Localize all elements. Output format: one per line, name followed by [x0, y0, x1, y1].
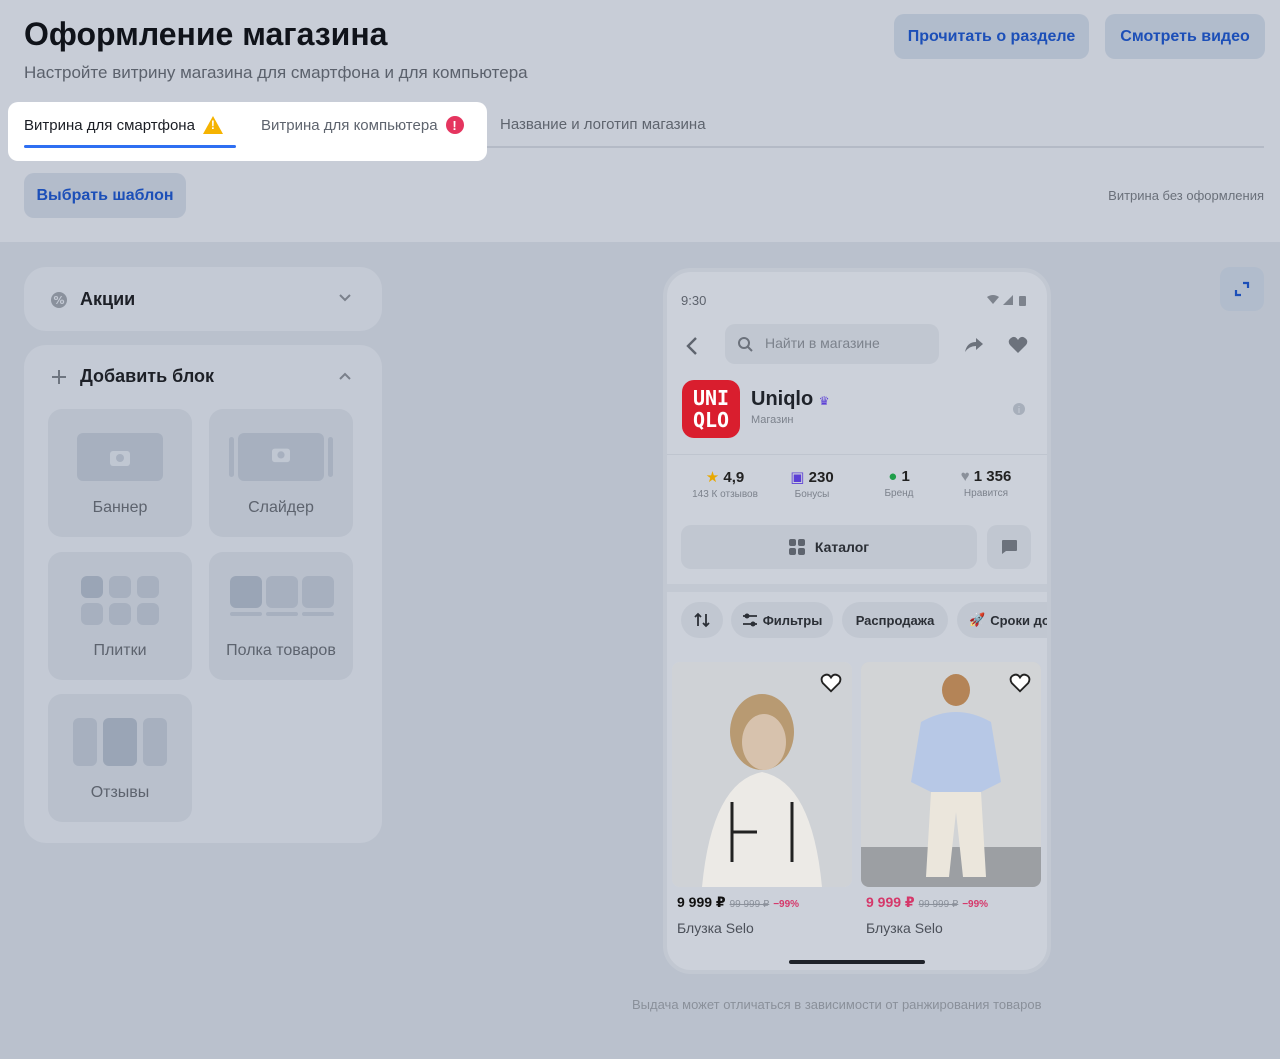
slider-next-preview — [328, 437, 333, 477]
add-block-label: Добавить блок — [80, 366, 215, 386]
product-name: Блузка Selo — [677, 920, 754, 936]
delivery-chip[interactable]: 🚀 Сроки до — [957, 602, 1047, 638]
shop-logo: UNI QLO — [682, 380, 740, 438]
logo-line: UNI — [692, 386, 730, 410]
product-price: 9 999 ₽ 99 999 ₽ −99% — [677, 894, 800, 910]
stat-brand: ● 1 Бренд — [884, 468, 914, 499]
heart-icon: ♥ — [960, 468, 970, 485]
sale-chip[interactable]: Распродажа — [842, 602, 948, 638]
page-subtitle: Настройте витрину магазина для смартфона… — [24, 63, 528, 82]
sort-button[interactable] — [681, 602, 723, 638]
rocket-icon: 🚀 — [969, 612, 986, 627]
shop-name: Uniqlo ♛ — [751, 388, 830, 410]
shop-type: Магазин — [751, 414, 794, 426]
block-label: Полка товаров — [226, 642, 336, 659]
share-icon[interactable] — [963, 336, 985, 354]
tab-label: Витрина для смартфона — [24, 116, 195, 134]
catalog-label: Каталог — [814, 539, 870, 555]
chevron-down-icon[interactable] — [338, 290, 352, 308]
back-arrow-icon[interactable] — [685, 335, 699, 357]
info-icon[interactable]: i — [1012, 402, 1026, 416]
stat-likes: ♥ 1 356 Нравится — [960, 468, 1012, 499]
chat-icon — [1002, 540, 1017, 554]
product-photo — [861, 662, 1041, 887]
status-bar-icons — [987, 295, 1026, 306]
product-price: 9 999 ₽ 99 999 ₽ −99% — [866, 894, 989, 910]
add-block-header[interactable]: Добавить блок — [50, 366, 214, 387]
choose-template-button[interactable]: Выбрать шаблон — [24, 173, 186, 218]
tab-label: Витрина для компьютера — [261, 116, 438, 134]
tab-desktop-showcase[interactable]: Витрина для компьютера ! — [261, 116, 464, 134]
filters-icon — [742, 613, 757, 627]
stat-bonus: ▣ 230 Бонусы — [790, 469, 834, 500]
grid-icon — [788, 539, 805, 555]
read-about-section-button[interactable]: Прочитать о разделе — [894, 14, 1089, 59]
phone-preview: 9:30 Найти в магазине UNI QLO Uniqlo ♛ М… — [663, 268, 1051, 974]
block-reviews[interactable]: Отзывы — [48, 694, 192, 822]
sort-icon — [694, 612, 710, 628]
search-placeholder: Найти в магазине — [765, 335, 880, 351]
crown-icon: ♛ — [818, 394, 830, 408]
page-title: Оформление магазина — [24, 16, 388, 52]
tab-smartphone-showcase[interactable]: Витрина для смартфона — [24, 116, 223, 134]
camera-icon — [110, 451, 130, 466]
error-icon: ! — [445, 116, 464, 134]
expand-icon — [1234, 281, 1250, 297]
stat-rating: ★ 4,9 143 К отзывов — [692, 469, 758, 500]
svg-text:i: i — [1018, 406, 1021, 416]
logo-line: QLO — [692, 408, 730, 432]
expand-preview-button[interactable] — [1220, 267, 1264, 311]
product-heart-icon[interactable] — [820, 672, 842, 694]
warning-icon — [202, 116, 223, 134]
block-label: Плитки — [93, 642, 147, 659]
block-label: Отзывы — [90, 784, 150, 801]
camera-icon — [272, 448, 290, 463]
tab-label: Название и логотип магазина — [500, 116, 706, 133]
svg-text:%: % — [53, 294, 64, 307]
block-slider[interactable]: Слайдер — [209, 409, 353, 537]
search-icon — [738, 337, 753, 352]
tab-shop-name-logo[interactable]: Название и логотип магазина — [500, 116, 706, 133]
favorite-heart-icon[interactable] — [1008, 336, 1028, 354]
phone-time: 9:30 — [681, 293, 707, 308]
block-banner[interactable]: Баннер — [48, 409, 192, 537]
block-label: Баннер — [92, 499, 148, 516]
shop-search-input[interactable]: Найти в магазине — [725, 324, 939, 364]
home-indicator — [789, 960, 925, 964]
product-card[interactable] — [861, 662, 1041, 887]
promo-accordion-header[interactable]: % Акции — [50, 289, 135, 310]
bonus-icon: ▣ — [790, 469, 805, 486]
chevron-up-icon[interactable] — [338, 368, 352, 386]
product-name: Блузка Selo — [866, 920, 943, 936]
product-card[interactable] — [672, 662, 852, 887]
chat-button[interactable] — [987, 525, 1031, 569]
ranking-note: Выдача может отличаться в зависимости от… — [632, 997, 1042, 1012]
product-photo — [672, 662, 852, 887]
percent-badge-icon: % — [51, 291, 67, 308]
promo-label: Акции — [80, 289, 136, 309]
product-heart-icon[interactable] — [1009, 672, 1031, 694]
active-tab-indicator — [24, 145, 236, 148]
block-label: Слайдер — [248, 499, 314, 516]
watch-video-button[interactable]: Смотреть видео — [1105, 14, 1265, 59]
star-icon: ★ — [705, 469, 720, 486]
block-tiles[interactable]: Плитки — [48, 552, 192, 680]
no-design-label: Витрина без оформления — [1108, 188, 1264, 203]
plus-icon — [52, 369, 66, 384]
catalog-button[interactable]: Каталог — [681, 525, 977, 569]
check-icon: ● — [888, 468, 898, 485]
filters-chip[interactable]: Фильтры — [731, 602, 833, 638]
slider-prev-preview — [229, 437, 234, 477]
block-product-shelf[interactable]: Полка товаров — [209, 552, 353, 680]
